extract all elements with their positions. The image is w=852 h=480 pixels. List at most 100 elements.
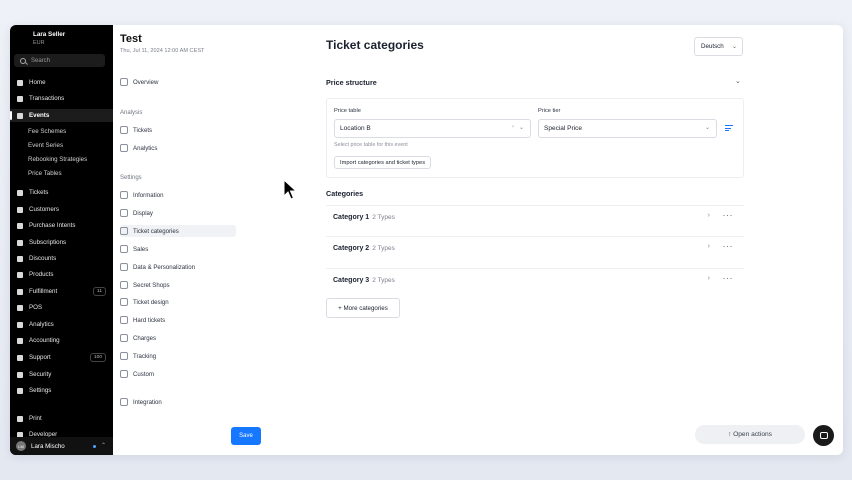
accounting-icon bbox=[16, 337, 24, 345]
price-table-select[interactable]: Location B ‹ ⌄ bbox=[334, 119, 531, 138]
chevron-down-icon: ⌄ bbox=[518, 125, 524, 131]
transactions-icon bbox=[16, 95, 24, 103]
event-nav-integration[interactable]: Integration bbox=[120, 396, 236, 408]
secret-shops-icon bbox=[120, 281, 128, 289]
sidebar-item-fee-schemes[interactable]: Fee Schemes bbox=[10, 125, 113, 138]
app-window: Lara Seller EUR Search Home Transactions E… bbox=[10, 25, 843, 455]
sidebar-item-print[interactable]: Print bbox=[10, 412, 113, 425]
sidebar-item-event-series[interactable]: Event Series bbox=[10, 139, 113, 152]
ticket-design-icon bbox=[120, 298, 128, 306]
event-nav-label: Display bbox=[133, 209, 153, 217]
sidebar-item-label: Subscriptions bbox=[29, 239, 67, 246]
sidebar-item-price-tables[interactable]: Price Tables bbox=[10, 167, 113, 180]
sidebar-item-security[interactable]: Security bbox=[10, 368, 113, 381]
event-nav-ticket-categories[interactable]: Ticket categories bbox=[120, 225, 236, 237]
event-nav-sales[interactable]: Sales bbox=[120, 243, 236, 255]
chevron-right-icon[interactable]: › bbox=[708, 212, 710, 219]
event-nav-tickets[interactable]: Tickets bbox=[120, 124, 236, 136]
sidebar-item-events[interactable]: Events bbox=[10, 109, 113, 122]
category-row[interactable]: Category 32 Types › ··· bbox=[326, 268, 744, 291]
event-nav-custom[interactable]: Custom bbox=[120, 368, 236, 380]
chevron-right-icon[interactable]: › bbox=[708, 243, 710, 250]
support-icon bbox=[16, 354, 24, 362]
event-nav-label: Secret Shops bbox=[133, 281, 170, 289]
security-icon bbox=[16, 371, 24, 379]
sidebar-item-label: Discounts bbox=[29, 255, 57, 262]
sidebar-item-label: Tickets bbox=[29, 189, 49, 196]
chevron-down-icon[interactable]: ⌄ bbox=[735, 77, 741, 85]
sidebar-item-transactions[interactable]: Transactions bbox=[10, 92, 113, 105]
sidebar-item-discounts[interactable]: Discounts bbox=[10, 252, 113, 265]
sidebar-item-products[interactable]: Products bbox=[10, 268, 113, 281]
more-icon[interactable]: ··· bbox=[723, 273, 734, 283]
event-nav-ticket-design[interactable]: Ticket design bbox=[120, 296, 236, 308]
sidebar-item-label: POS bbox=[29, 304, 43, 311]
subscriptions-icon bbox=[16, 239, 24, 247]
products-icon bbox=[16, 271, 24, 279]
open-actions-button[interactable]: ↑ Open actions bbox=[695, 425, 805, 444]
price-structure-heading: Price structure bbox=[326, 78, 377, 87]
event-nav-label: Integration bbox=[133, 398, 162, 406]
more-icon[interactable]: ··· bbox=[723, 241, 734, 251]
event-nav-hard-tickets[interactable]: Hard tickets bbox=[120, 314, 236, 326]
chevron-down-icon: ⌄ bbox=[731, 44, 737, 50]
sidebar-item-rebooking-strategies[interactable]: Rebooking Strategies bbox=[10, 153, 113, 166]
event-nav-label: Charges bbox=[133, 334, 157, 342]
sidebar-item-label: Settings bbox=[29, 387, 52, 394]
event-nav-charges[interactable]: Charges bbox=[120, 332, 236, 344]
price-tier-label: Price tier bbox=[538, 108, 561, 114]
home-icon bbox=[16, 79, 24, 87]
sidebar-search[interactable]: Search bbox=[14, 54, 105, 67]
user-menu[interactable]: LM Lara Mischo ⌃ bbox=[10, 437, 113, 455]
sidebar-item-accounting[interactable]: Accounting bbox=[10, 334, 113, 347]
category-row[interactable]: Category 22 Types › ··· bbox=[326, 236, 744, 259]
sidebar-item-support[interactable]: Support 100 bbox=[10, 351, 113, 364]
more-icon[interactable]: ··· bbox=[723, 210, 734, 220]
sidebar-item-fulfillment[interactable]: Fulfillment 11 bbox=[10, 285, 113, 298]
chat-icon bbox=[819, 432, 828, 439]
sidebar-item-label: Support bbox=[29, 354, 51, 361]
price-tier-value: Special Price bbox=[544, 125, 582, 132]
sidebar-item-label: Print bbox=[29, 415, 42, 422]
category-name: Category 1 bbox=[333, 213, 370, 221]
chevron-down-icon: ⌄ bbox=[704, 125, 710, 131]
sidebar-item-label: Event Series bbox=[28, 142, 64, 149]
category-name: Category 3 bbox=[333, 276, 370, 284]
category-row[interactable]: Category 12 Types › ··· bbox=[326, 205, 744, 228]
sidebar-item-pos[interactable]: POS bbox=[10, 301, 113, 314]
sidebar-item-subscriptions[interactable]: Subscriptions bbox=[10, 236, 113, 249]
sales-icon bbox=[120, 245, 128, 253]
search-icon bbox=[20, 57, 26, 64]
import-button[interactable]: Import categories and ticket types bbox=[334, 156, 432, 169]
event-nav-secret-shops[interactable]: Secret Shops bbox=[120, 279, 236, 291]
account-currency: EUR bbox=[33, 40, 45, 46]
sidebar-item-customers[interactable]: Customers bbox=[10, 203, 113, 216]
sidebar-item-tickets[interactable]: Tickets bbox=[10, 186, 113, 199]
settings-icon[interactable] bbox=[725, 124, 733, 132]
charges-icon bbox=[120, 334, 128, 342]
event-nav-label: Information bbox=[133, 191, 164, 199]
analytics-icon bbox=[120, 144, 128, 152]
purchase-intents-icon bbox=[16, 222, 24, 230]
sidebar-item-label: Accounting bbox=[29, 337, 60, 344]
sidebar-item-settings[interactable]: Settings bbox=[10, 384, 113, 397]
chevron-right-icon[interactable]: › bbox=[708, 275, 710, 282]
event-nav-tracking[interactable]: Tracking bbox=[120, 350, 236, 362]
language-select[interactable]: Deutsch ⌄ bbox=[694, 37, 743, 56]
sidebar-item-purchase-intents[interactable]: Purchase Intents bbox=[10, 219, 113, 232]
clear-icon[interactable]: ‹ bbox=[512, 124, 514, 130]
account-switcher[interactable]: Lara Seller EUR bbox=[18, 29, 106, 51]
event-nav-overview[interactable]: Overview bbox=[120, 76, 236, 88]
user-name: Lara Mischo bbox=[31, 442, 65, 450]
event-nav-data-and-personalization[interactable]: Data & Personalization bbox=[120, 261, 236, 273]
more-categories-button[interactable]: + More categories bbox=[326, 298, 400, 318]
event-nav-display[interactable]: Display bbox=[120, 207, 236, 219]
event-nav-information[interactable]: Information bbox=[120, 189, 236, 201]
sidebar-item-home[interactable]: Home bbox=[10, 76, 113, 89]
chat-button[interactable] bbox=[813, 425, 834, 446]
page-title: Ticket categories bbox=[326, 38, 424, 52]
event-nav-analytics[interactable]: Analytics bbox=[120, 142, 236, 154]
sidebar-item-analytics[interactable]: Analytics bbox=[10, 318, 113, 331]
price-tier-select[interactable]: Special Price ⌄ bbox=[538, 119, 717, 138]
tickets-icon bbox=[16, 189, 24, 197]
